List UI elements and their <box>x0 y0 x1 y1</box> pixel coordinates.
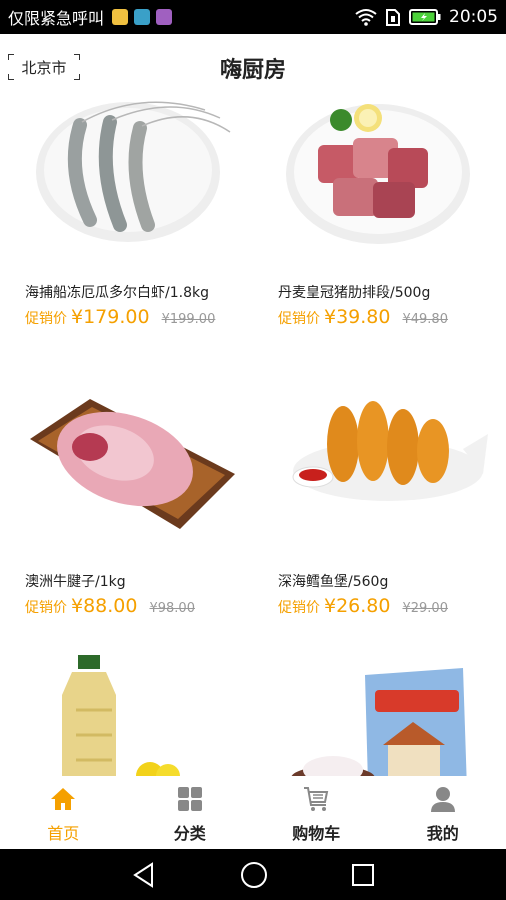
wifi-icon <box>355 9 377 26</box>
price-row: 促销价 ¥26.80 ¥29.00 <box>278 595 448 617</box>
sale-price: ¥179.00 <box>71 306 150 328</box>
price-label: 促销价 <box>278 311 320 327</box>
message-notification-icon <box>134 9 151 25</box>
price-row: 促销价 ¥88.00 ¥98.00 <box>25 595 195 617</box>
product-name: 澳洲牛腱子/1kg <box>25 574 126 590</box>
fried-fish-image <box>292 401 488 501</box>
price-label: 促销价 <box>25 600 67 616</box>
product-name: 深海鳕鱼堡/560g <box>278 574 389 590</box>
tab-profile[interactable]: 我的 <box>380 776 506 849</box>
bottom-tab-bar: 首页 分类 购物车 我的 <box>0 776 506 849</box>
tab-label: 分类 <box>173 824 206 843</box>
carrier-text: 仅限紧急呼叫 <box>8 9 105 28</box>
battery-icon <box>409 9 441 25</box>
product-name: 海捕船冻厄瓜多尔白虾/1.8kg <box>25 285 209 301</box>
product-card[interactable] <box>0 650 253 776</box>
price-label: 促销价 <box>25 311 67 327</box>
cart-icon <box>304 787 329 811</box>
sim-icon <box>386 9 400 26</box>
gallery-notification-icon <box>156 9 173 25</box>
recents-icon[interactable] <box>351 863 375 887</box>
tab-label: 购物车 <box>292 824 341 843</box>
beef-shank-image <box>30 399 235 529</box>
clock-text: 20:05 <box>449 7 498 27</box>
pork-ribs-image <box>286 104 470 244</box>
tab-cart[interactable]: 购物车 <box>253 776 380 849</box>
product-grid[interactable]: 海捕船冻厄瓜多尔白虾/1.8kg 促销价 ¥179.00 ¥199.00 丹麦皇… <box>0 90 506 776</box>
product-card[interactable]: 丹麦皇冠猪肋排段/500g 促销价 ¥39.80 ¥49.80 <box>253 90 506 380</box>
product-card[interactable]: 深海鳕鱼堡/560g 促销价 ¥26.80 ¥29.00 <box>253 379 506 669</box>
tab-home[interactable]: 首页 <box>0 776 127 849</box>
original-price: ¥199.00 <box>161 312 216 327</box>
user-icon <box>430 787 455 812</box>
tab-category[interactable]: 分类 <box>127 776 254 849</box>
original-price: ¥49.80 <box>402 312 448 327</box>
home-circle-icon[interactable] <box>240 861 268 889</box>
flour-bag-image <box>291 668 467 776</box>
price-label: 促销价 <box>278 600 320 616</box>
sale-price: ¥39.80 <box>324 306 391 328</box>
system-nav-bar <box>0 849 506 900</box>
status-bar: 仅限紧急呼叫 20:05 <box>0 0 506 34</box>
sale-price: ¥26.80 <box>324 595 391 617</box>
home-icon <box>51 788 76 810</box>
product-card[interactable]: 澳洲牛腱子/1kg 促销价 ¥88.00 ¥98.00 <box>0 379 253 669</box>
back-icon[interactable] <box>131 861 157 888</box>
original-price: ¥98.00 <box>149 601 195 616</box>
tab-label: 我的 <box>426 824 459 843</box>
product-card[interactable]: 海捕船冻厄瓜多尔白虾/1.8kg 促销价 ¥179.00 ¥199.00 <box>0 90 253 380</box>
category-grid-icon <box>177 787 202 811</box>
product-name: 丹麦皇冠猪肋排段/500g <box>278 285 431 301</box>
price-row: 促销价 ¥39.80 ¥49.80 <box>278 306 448 328</box>
oil-bottle-image <box>62 655 180 776</box>
original-price: ¥29.00 <box>402 601 448 616</box>
shrimp-image <box>36 101 231 242</box>
price-row: 促销价 ¥179.00 ¥199.00 <box>25 306 215 328</box>
tab-label: 首页 <box>47 824 80 843</box>
app-notification-icon <box>112 9 129 25</box>
product-card[interactable] <box>253 650 506 776</box>
page-title: 嗨厨房 <box>219 58 286 83</box>
sale-price: ¥88.00 <box>71 595 138 617</box>
